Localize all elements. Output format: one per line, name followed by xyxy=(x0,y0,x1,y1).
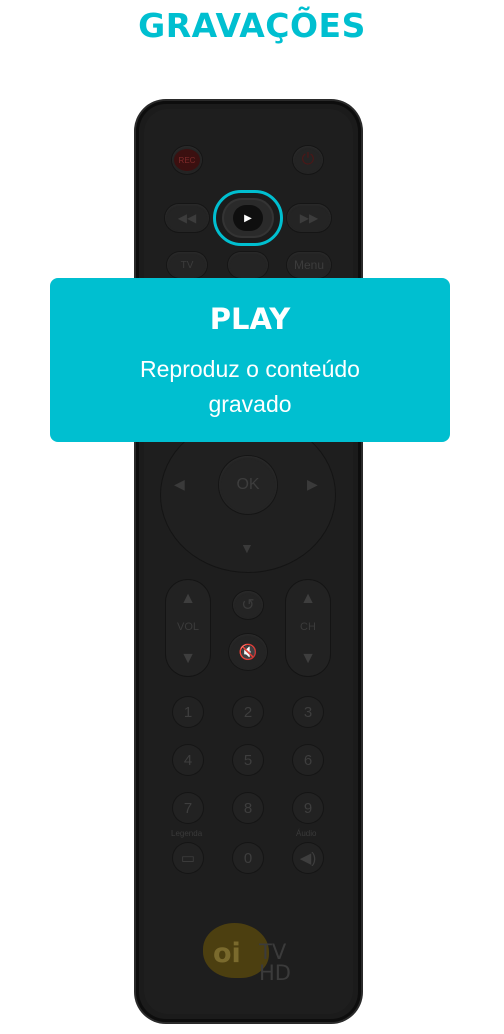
rec-label: REC xyxy=(174,149,200,171)
volume-rocker: ▲ VOL ▼ xyxy=(166,580,210,676)
key-4[interactable]: 4 xyxy=(173,745,203,775)
audio-button[interactable]: ◀) xyxy=(293,843,323,873)
tooltip-description: Reproduz o conteúdo gravado xyxy=(100,352,400,422)
tooltip-description-line2: gravado xyxy=(208,391,292,417)
brand-hd-text: HD xyxy=(259,961,291,985)
key-6[interactable]: 6 xyxy=(293,745,323,775)
rec-button[interactable]: REC xyxy=(172,146,202,174)
tv-label: TV xyxy=(180,259,194,271)
volume-up-button[interactable]: ▲ xyxy=(166,590,210,608)
ok-button[interactable]: OK xyxy=(219,456,277,514)
subtitle-button[interactable]: ▭ xyxy=(173,843,203,873)
key-9[interactable]: 9 xyxy=(293,793,323,823)
menu-button[interactable]: Menu xyxy=(287,252,331,278)
channel-down-button[interactable]: ▼ xyxy=(286,650,330,668)
play-tooltip: PLAY Reproduz o conteúdo gravado xyxy=(50,278,450,442)
key-0[interactable]: 0 xyxy=(233,843,263,873)
play-button-core: ▶ xyxy=(222,198,274,238)
tv-button[interactable]: TV xyxy=(167,252,207,278)
volume-label: VOL xyxy=(176,621,199,633)
power-icon: ⏻ xyxy=(301,151,315,168)
power-button[interactable]: ⏻ xyxy=(293,146,323,174)
rewind-icon: ◀◀ xyxy=(177,211,197,225)
fast-forward-button[interactable]: ▶▶ xyxy=(287,204,331,232)
key-2[interactable]: 2 xyxy=(233,697,263,727)
ok-label: OK xyxy=(236,476,260,493)
fast-forward-icon: ▶▶ xyxy=(299,211,319,225)
tooltip-title: PLAY xyxy=(209,302,291,336)
legenda-label: Legenda xyxy=(171,829,203,838)
oi-tv-hd-logo: oi TV HD xyxy=(200,905,300,995)
volume-down-button[interactable]: ▼ xyxy=(166,650,210,668)
back-button[interactable]: ↺ xyxy=(233,591,263,619)
channel-rocker: ▲ CH ▼ xyxy=(286,580,330,676)
play-icon: ▶ xyxy=(233,205,263,231)
key-3[interactable]: 3 xyxy=(293,697,323,727)
play-button[interactable]: ▶ xyxy=(213,190,283,246)
audio-icon: ◀) xyxy=(299,850,317,867)
channel-label: CH xyxy=(300,621,316,633)
dpad-down-button[interactable]: ▼ xyxy=(240,540,254,556)
brand-oi-text: oi xyxy=(213,938,241,969)
rewind-button[interactable]: ◀◀ xyxy=(165,204,209,232)
stop-button[interactable] xyxy=(228,252,268,278)
key-7[interactable]: 7 xyxy=(173,793,203,823)
key-8[interactable]: 8 xyxy=(233,793,263,823)
key-1[interactable]: 1 xyxy=(173,697,203,727)
dpad-right-button[interactable]: ▶ xyxy=(307,476,318,493)
brand-tv-hd: TV HD xyxy=(259,942,291,984)
tooltip-description-line1: Reproduz o conteúdo xyxy=(140,356,360,382)
subtitle-icon: ▭ xyxy=(180,850,196,867)
back-icon: ↺ xyxy=(241,597,255,614)
page-title: GRAVAÇÕES xyxy=(138,6,366,45)
key-5[interactable]: 5 xyxy=(233,745,263,775)
mute-button[interactable]: 🔇 xyxy=(229,634,267,670)
brand-tv-text: TV xyxy=(259,940,287,964)
menu-label: Menu xyxy=(293,258,325,272)
audio-label: Áudio xyxy=(296,829,317,838)
channel-up-button[interactable]: ▲ xyxy=(286,590,330,608)
mute-icon: 🔇 xyxy=(238,644,258,661)
dpad-left-button[interactable]: ◀ xyxy=(174,476,185,493)
